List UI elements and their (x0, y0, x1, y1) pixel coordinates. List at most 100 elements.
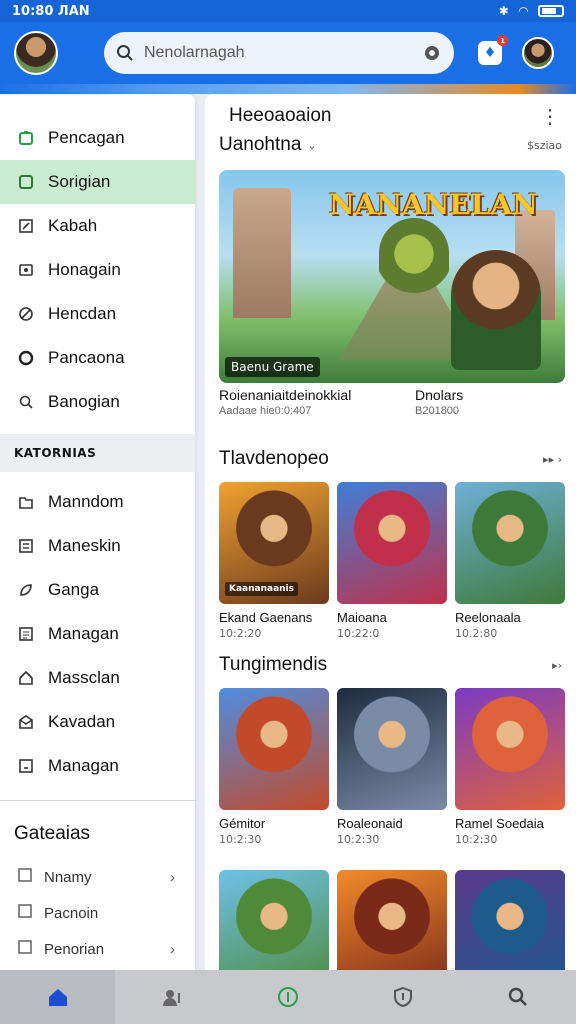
notification-icon[interactable]: ♦ 1 (478, 35, 508, 65)
search-icon (117, 45, 133, 61)
game-thumbnail: Kaananaanis (219, 482, 329, 604)
game-card[interactable] (337, 870, 447, 970)
folder-icon (18, 494, 34, 510)
featured-link[interactable]: $sziao (527, 139, 562, 152)
sidebar-nav: Pencagan Sorigian Kabah Honagain Hencdan Panc… (0, 116, 195, 424)
section-title: Tlavdenopeo (219, 448, 329, 469)
sidebar: Pencagan Sorigian Kabah Honagain Hencdan Panc… (0, 94, 195, 970)
sidebar-item-6[interactable]: Banogian (0, 380, 195, 424)
sidebar-subitem-1[interactable]: Pacnoin (0, 895, 195, 931)
more-icon[interactable]: ⋮ (540, 104, 560, 129)
card-title: Ekand Gaenans (219, 610, 313, 625)
bottom-nav-home[interactable] (0, 970, 116, 1024)
sidebar-item-cat-3[interactable]: Managan (0, 612, 195, 656)
leaf-icon (18, 582, 34, 598)
grid-icon (18, 538, 34, 554)
sidebar-item-label: Hencdan (48, 304, 117, 323)
sidebar-item-label: Managan (48, 756, 119, 775)
card-subtitle: 10:2:20 (219, 627, 262, 640)
sidebar-item-cat-1[interactable]: Maneskin (0, 524, 195, 568)
card-subtitle: 10:2:30 (455, 833, 498, 846)
sidebar-item-1[interactable]: Sorigian (0, 160, 195, 204)
sidebar-item-label: Manndom (48, 492, 124, 511)
meta-sub: B201800 (415, 405, 460, 417)
bottom-nav-info[interactable] (230, 970, 345, 1024)
sidebar-section2-title: Gateaias (14, 823, 91, 844)
character-shape (379, 218, 449, 308)
section-3 (205, 862, 576, 970)
card-title: Ramel Soedaia (455, 816, 544, 831)
sidebar-subitem-2[interactable]: Penorian › (0, 931, 195, 967)
sidebar-item-label: Kavadan (48, 712, 116, 731)
users-icon (162, 990, 180, 1006)
settings-icon[interactable] (422, 43, 442, 63)
game-card[interactable]: Kaananaanis Ekand Gaenans 10:2:20 (219, 482, 329, 640)
sidebar-subitem-0[interactable]: Nnamy › (0, 859, 195, 895)
hero-logo: NANANELAN (329, 188, 538, 221)
home-icon (48, 989, 67, 1006)
checkbox-icon (18, 868, 32, 886)
bottom-nav-users[interactable] (115, 970, 230, 1024)
featured-title: Uanohtna (219, 134, 302, 155)
sidebar-item-label: Maneskin (48, 536, 121, 555)
status-time: 10:80 ЛАN (12, 3, 90, 19)
sidebar-section-label: KATORNIAS (0, 434, 195, 472)
info-icon (278, 987, 298, 1007)
game-thumbnail (219, 688, 329, 810)
chevron-right-icon: › (170, 868, 175, 886)
status-bar: 10:80 ЛАN ✱ ◠ (0, 0, 576, 22)
game-thumbnail (455, 870, 565, 970)
sidebar-item-2[interactable]: Kabah (0, 204, 195, 248)
sidebar-item-label: Managan (48, 624, 119, 643)
chevron-down-icon[interactable]: ⌄ (307, 139, 316, 152)
sidebar-item-cat-6[interactable]: Managan (0, 744, 195, 788)
section-title: Tungimendis (219, 654, 328, 675)
game-card[interactable]: Gémitor 10:2:30 (219, 688, 329, 846)
sidebar-item-cat-5[interactable]: Kavadan (0, 700, 195, 744)
section-link[interactable]: ▸› (552, 659, 562, 672)
bottom-nav-shield[interactable] (346, 970, 461, 1024)
subitem-label: Nnamy (44, 868, 92, 886)
card-title: Maioana (337, 610, 387, 625)
sidebar-item-label: Banogian (48, 392, 120, 411)
game-card[interactable]: Roaleonaid 10:2:30 (337, 688, 447, 846)
section-link[interactable]: ▸▸ › (543, 453, 562, 466)
bluetooth-icon: ✱ (498, 4, 509, 18)
game-card[interactable]: Ramel Soedaia 10:2:30 (455, 688, 565, 846)
search-input[interactable] (144, 44, 412, 62)
sidebar-item-0[interactable]: Pencagan (0, 116, 195, 160)
sidebar-item-cat-4[interactable]: Massclan (0, 656, 195, 700)
game-card[interactable]: Reelonaala 10.2:80 (455, 482, 565, 640)
bottom-nav-search[interactable] (461, 970, 576, 1024)
game-card[interactable] (219, 870, 329, 970)
sidebar-item-label: Honagain (48, 260, 121, 279)
card-subtitle: 10:22:0 (337, 627, 380, 640)
sidebar-item-4[interactable]: Hencdan (0, 292, 195, 336)
card-subtitle: 10:2:30 (219, 833, 262, 846)
section-2: Tungimendis ▸› Gémitor 10:2:30 Roaleonaid 1… (205, 650, 576, 846)
profile-avatar[interactable] (522, 37, 554, 69)
sidebar-item-cat-0[interactable]: Manndom (0, 480, 195, 524)
hero-caption: Baenu Grame (225, 357, 320, 377)
list-icon (18, 626, 34, 642)
divider (0, 800, 195, 801)
sidebar-item-3[interactable]: Honagain (0, 248, 195, 292)
user-avatar[interactable] (14, 31, 58, 75)
search-bar[interactable] (104, 32, 454, 74)
chevron-right-icon: › (170, 940, 175, 958)
game-thumbnail (337, 482, 447, 604)
meta-sub: Aadaae hie0:0:407 (219, 405, 312, 417)
search-icon (509, 987, 528, 1006)
game-thumbnail (337, 688, 447, 810)
card-grid (205, 870, 576, 970)
sidebar-item-label: Ganga (48, 580, 100, 599)
card-subtitle: 10:2:30 (337, 833, 380, 846)
featured-hero-image[interactable]: NANANELAN Baenu Grame (219, 170, 565, 383)
circle-slash-icon (18, 306, 34, 322)
card-title: Gémitor (219, 816, 266, 831)
game-card[interactable]: Maioana 10:22:0 (337, 482, 447, 640)
game-card[interactable] (455, 870, 565, 970)
sidebar-item-cat-2[interactable]: Ganga (0, 568, 195, 612)
sidebar-item-5[interactable]: Pancaona (0, 336, 195, 380)
card-grid: Kaananaanis Ekand Gaenans 10:2:20 Maioana 10… (205, 482, 576, 640)
